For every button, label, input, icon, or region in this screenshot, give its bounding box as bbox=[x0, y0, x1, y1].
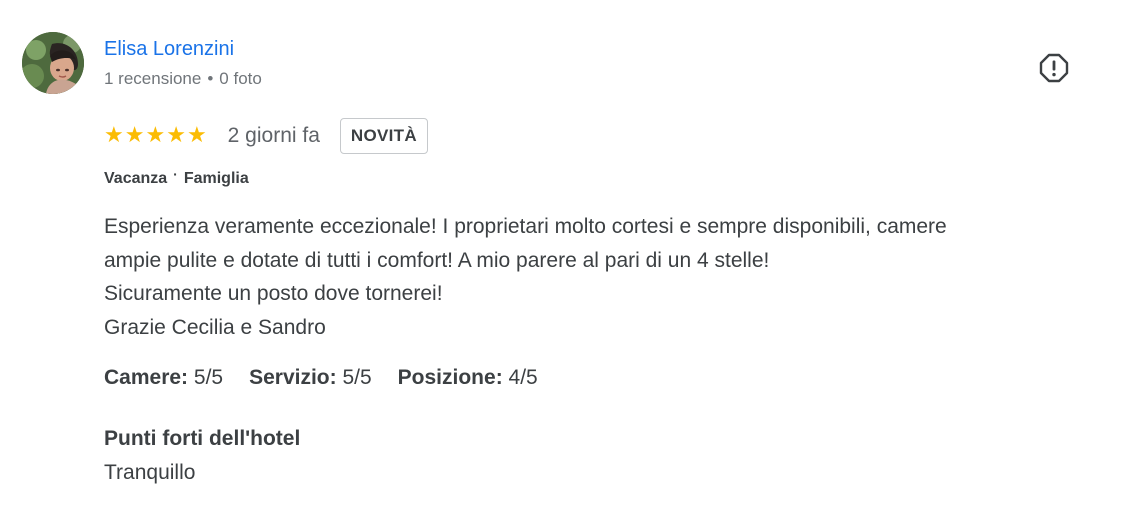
meta-separator: • bbox=[207, 69, 214, 88]
trip-tags: Vacanza · Famiglia bbox=[104, 166, 249, 190]
sub-rating-service: Servizio: 5/5 bbox=[249, 363, 372, 393]
star-icon: ★ bbox=[186, 123, 207, 148]
report-flag-icon bbox=[1039, 53, 1069, 83]
sub-rating-label: Servizio: bbox=[249, 366, 337, 389]
sub-rating-value: 5/5 bbox=[193, 366, 224, 389]
review-text-line: Esperienza veramente eccezionale! I prop… bbox=[104, 215, 947, 238]
review-text-line: Grazie Cecilia e Sandro bbox=[104, 315, 326, 339]
author-avatar[interactable] bbox=[22, 32, 84, 94]
author-meta: 1 recensione • 0 foto bbox=[104, 68, 262, 90]
star-icon: ★ bbox=[104, 123, 124, 148]
review-text: Esperienza veramente eccezionale! I prop… bbox=[104, 210, 1114, 344]
sub-rating-label: Posizione: bbox=[397, 366, 503, 389]
author-photos-count: 0 foto bbox=[219, 69, 262, 88]
star-rating: ★ ★ ★ ★ ★ bbox=[104, 125, 207, 147]
sub-rating-value: 5/5 bbox=[342, 366, 372, 389]
trip-separator: · bbox=[173, 166, 178, 182]
new-badge: NOVITÀ bbox=[339, 118, 428, 154]
highlights-value: Tranquillo bbox=[104, 461, 196, 484]
trip-group: Famiglia bbox=[183, 170, 249, 187]
trip-type: Vacanza bbox=[104, 170, 168, 187]
sub-ratings: Camere: 5/5 Servizio: 5/5 Posizione: 4/5 bbox=[104, 363, 564, 393]
sub-rating-rooms: Camere: 5/5 bbox=[104, 363, 223, 393]
highlights-title: Punti forti dell'hotel bbox=[104, 427, 301, 450]
report-review-button[interactable] bbox=[1038, 52, 1070, 84]
author-reviews-count: 1 recensione bbox=[104, 69, 202, 88]
star-icon: ★ bbox=[166, 123, 186, 148]
rating-row: ★ ★ ★ ★ ★ 2 giorni fa NOVITÀ bbox=[104, 117, 428, 155]
star-icon: ★ bbox=[145, 123, 166, 148]
author-name-link[interactable]: Elisa Lorenzini bbox=[104, 36, 234, 62]
star-icon: ★ bbox=[124, 123, 145, 148]
avatar-photo-icon bbox=[22, 32, 84, 94]
review-card: Elisa Lorenzini 1 recensione • 0 foto ★ ★ … bbox=[0, 0, 1135, 516]
review-time: 2 giorni fa bbox=[227, 124, 320, 147]
sub-rating-location: Posizione: 4/5 bbox=[398, 363, 538, 393]
review-text-line: ampie pulite e dotate di tutti i comfort… bbox=[104, 248, 770, 272]
review-text-line: Sicuramente un posto dove tornerei! bbox=[104, 282, 443, 305]
sub-rating-value: 4/5 bbox=[508, 366, 538, 389]
sub-rating-label: Camere: bbox=[104, 366, 189, 389]
